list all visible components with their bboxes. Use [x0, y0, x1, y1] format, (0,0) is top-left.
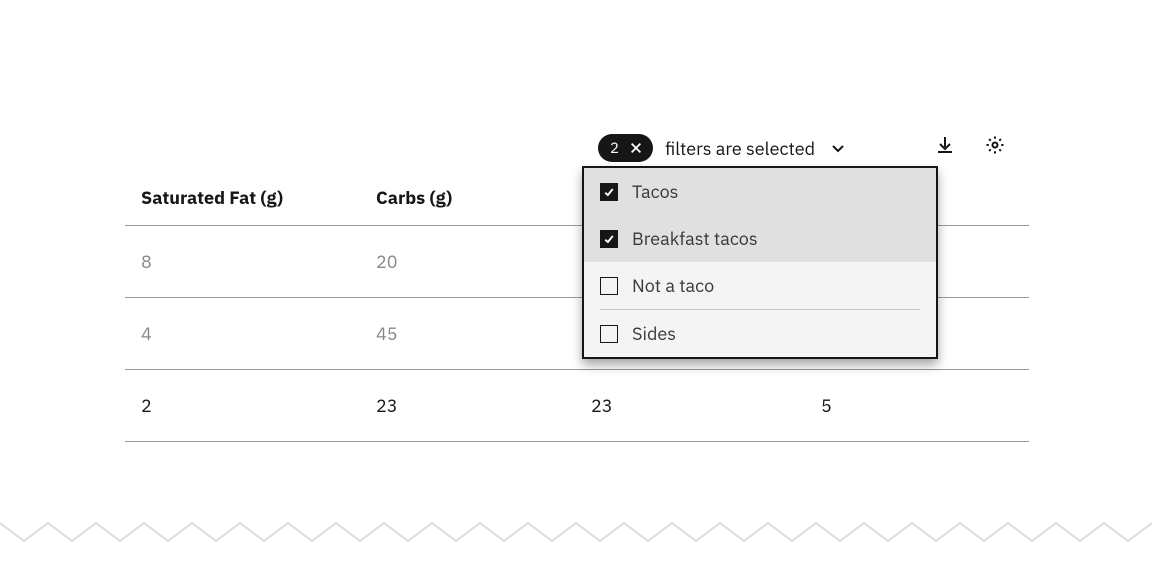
- filter-count-pill[interactable]: 2: [598, 134, 653, 162]
- chevron-down-icon[interactable]: [827, 137, 849, 159]
- checkbox-icon[interactable]: [600, 325, 618, 343]
- torn-edge-decoration: [0, 519, 1152, 549]
- cell: 23: [360, 370, 575, 442]
- table-row: 2 23 23 5: [125, 370, 1029, 442]
- filter-option[interactable]: Not a taco: [584, 262, 936, 309]
- cell: 5: [805, 370, 1029, 442]
- cell: 45: [360, 298, 575, 370]
- cell: 4: [125, 298, 360, 370]
- cell: 8: [125, 226, 360, 298]
- filter-summary-text: filters are selected: [665, 137, 815, 160]
- cell: 2: [125, 370, 360, 442]
- filter-option[interactable]: Sides: [584, 310, 936, 357]
- download-icon[interactable]: [934, 134, 956, 156]
- filter-option-label: Sides: [632, 322, 676, 345]
- cell: 23: [575, 370, 805, 442]
- filter-option-label: Not a taco: [632, 274, 714, 297]
- checkbox-icon[interactable]: [600, 277, 618, 295]
- cell: 20: [360, 226, 575, 298]
- col-header: Carbs (g): [360, 186, 575, 226]
- clear-filters-icon[interactable]: [627, 139, 645, 157]
- filter-dropdown[interactable]: Tacos Breakfast tacos Not a taco Sides: [582, 166, 938, 359]
- checkbox-icon[interactable]: [600, 230, 618, 248]
- filter-option[interactable]: Tacos: [584, 168, 936, 215]
- filter-count: 2: [610, 139, 619, 158]
- filter-option-label: Tacos: [632, 180, 678, 203]
- settings-gear-icon[interactable]: [984, 134, 1006, 156]
- checkbox-icon[interactable]: [600, 183, 618, 201]
- col-header: Saturated Fat (g): [125, 186, 360, 226]
- filter-option-label: Breakfast tacos: [632, 227, 758, 250]
- filter-option[interactable]: Breakfast tacos: [584, 215, 936, 262]
